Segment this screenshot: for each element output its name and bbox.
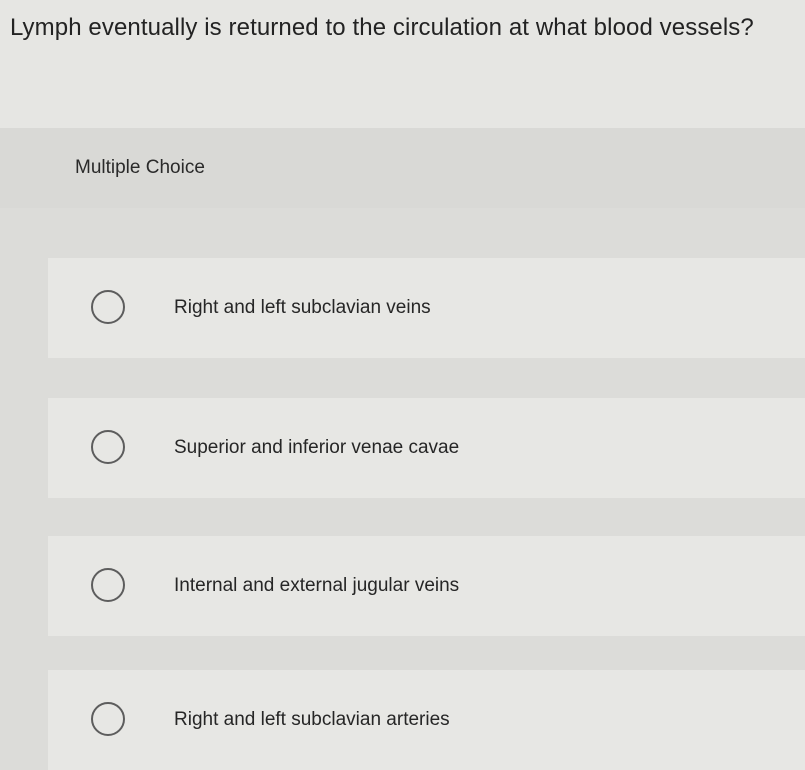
choice-option-2[interactable]: Superior and inferior venae cavae <box>48 398 805 498</box>
choice-option-1[interactable]: Right and left subclavian veins <box>48 258 805 358</box>
choice-label: Superior and inferior venae cavae <box>174 437 460 458</box>
radio-button[interactable] <box>91 430 125 464</box>
radio-button[interactable] <box>91 568 125 602</box>
radio-button[interactable] <box>91 702 125 736</box>
choice-option-4[interactable]: Right and left subclavian arteries <box>48 670 805 770</box>
choice-option-3[interactable]: Internal and external jugular veins <box>48 536 805 636</box>
answer-choices-list: Right and left subclavian veins Superior… <box>0 208 805 770</box>
choice-label: Internal and external jugular veins <box>174 575 460 596</box>
choice-label: Right and left subclavian veins <box>174 297 431 318</box>
choice-label: Right and left subclavian arteries <box>174 709 450 730</box>
radio-button[interactable] <box>91 290 125 324</box>
question-text: Lymph eventually is returned to the circ… <box>10 14 754 41</box>
question-type-label: Multiple Choice <box>75 157 205 178</box>
